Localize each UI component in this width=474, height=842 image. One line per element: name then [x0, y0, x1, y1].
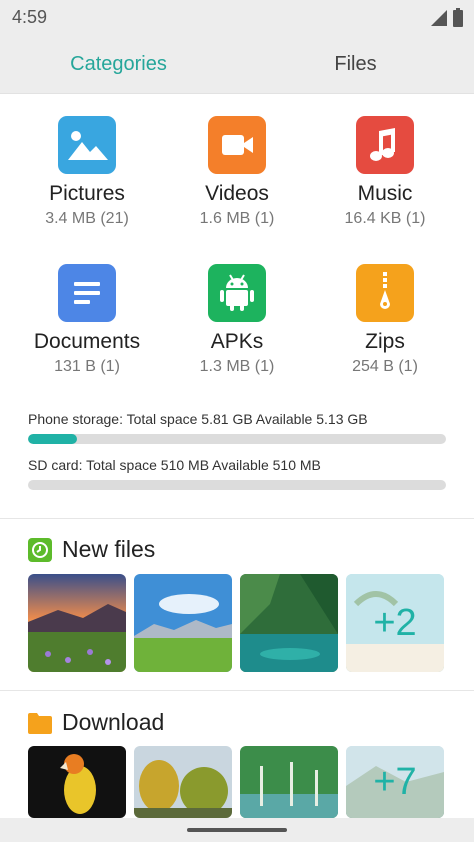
new-files-header[interactable]: New files: [28, 536, 155, 563]
thumbnail-sunset-meadow[interactable]: [28, 574, 126, 672]
phone-storage-label: Phone storage: Total space 5.81 GB Avail…: [28, 411, 368, 427]
download-title: Download: [62, 709, 165, 735]
video-camera-icon: [208, 116, 266, 174]
category-name: APKs: [210, 330, 264, 353]
music-note-icon: [356, 116, 414, 174]
navigation-bar: [0, 818, 474, 842]
thumbnail-autumn-trees[interactable]: [134, 746, 232, 818]
category-info: 1.3 MB (1): [199, 358, 275, 375]
category-name: Videos: [205, 182, 269, 205]
category-info: 3.4 MB (21): [45, 210, 129, 227]
category-pictures[interactable]: Pictures 3.4 MB (21): [8, 116, 166, 229]
thumbnail-beach-more[interactable]: +2: [346, 574, 444, 672]
new-files-title: New files: [62, 536, 156, 562]
thumbnail-green-swamp[interactable]: [240, 746, 338, 818]
category-info: 1.6 MB (1): [199, 210, 275, 227]
category-apks[interactable]: APKs 1.3 MB (1): [158, 264, 316, 377]
download-thumbnails: +7: [28, 746, 444, 818]
status-bar: 4:59: [0, 0, 474, 34]
tab-categories[interactable]: Categories: [0, 34, 237, 94]
category-name: Music: [357, 182, 413, 205]
phone-storage-fill: [28, 434, 77, 444]
pictures-icon: [58, 116, 116, 174]
download-header[interactable]: Download: [28, 709, 164, 736]
status-time: 4:59: [12, 7, 48, 27]
thumbnail-parrot[interactable]: [28, 746, 126, 818]
category-name: Zips: [365, 330, 405, 353]
more-count: +2: [346, 574, 444, 672]
divider: [0, 518, 474, 519]
category-zips[interactable]: Zips 254 B (1): [306, 264, 464, 377]
new-files-thumbnails: +2: [28, 574, 444, 672]
divider: [0, 690, 474, 691]
zip-icon: [356, 264, 414, 322]
tab-bar: Categories Files: [0, 34, 474, 94]
category-info: 131 B (1): [54, 358, 120, 375]
battery-icon: [453, 8, 463, 27]
thumbnail-mountain-field[interactable]: [134, 574, 232, 672]
category-info: 16.4 KB (1): [344, 210, 426, 227]
phone-storage-bar: [28, 434, 446, 444]
sd-card-bar: [28, 480, 446, 490]
tab-files[interactable]: Files: [237, 34, 474, 94]
sd-card-label: SD card: Total space 510 MB Available 51…: [28, 457, 321, 473]
document-icon: [58, 264, 116, 322]
category-name: Documents: [33, 330, 141, 353]
category-videos[interactable]: Videos 1.6 MB (1): [158, 116, 316, 229]
signal-icon: [431, 10, 447, 26]
android-icon: [208, 264, 266, 322]
category-name: Pictures: [49, 182, 125, 205]
category-info: 254 B (1): [352, 358, 418, 375]
thumbnail-lake-more[interactable]: +7: [346, 746, 444, 818]
folder-icon: [28, 712, 52, 734]
status-icons: [430, 8, 464, 28]
thumbnail-forest-lake[interactable]: [240, 574, 338, 672]
home-gesture-handle[interactable]: [187, 828, 287, 832]
category-documents[interactable]: Documents 131 B (1): [8, 264, 166, 377]
category-music[interactable]: Music 16.4 KB (1): [306, 116, 464, 229]
more-count: +7: [346, 746, 444, 818]
clock-icon: [28, 537, 52, 562]
